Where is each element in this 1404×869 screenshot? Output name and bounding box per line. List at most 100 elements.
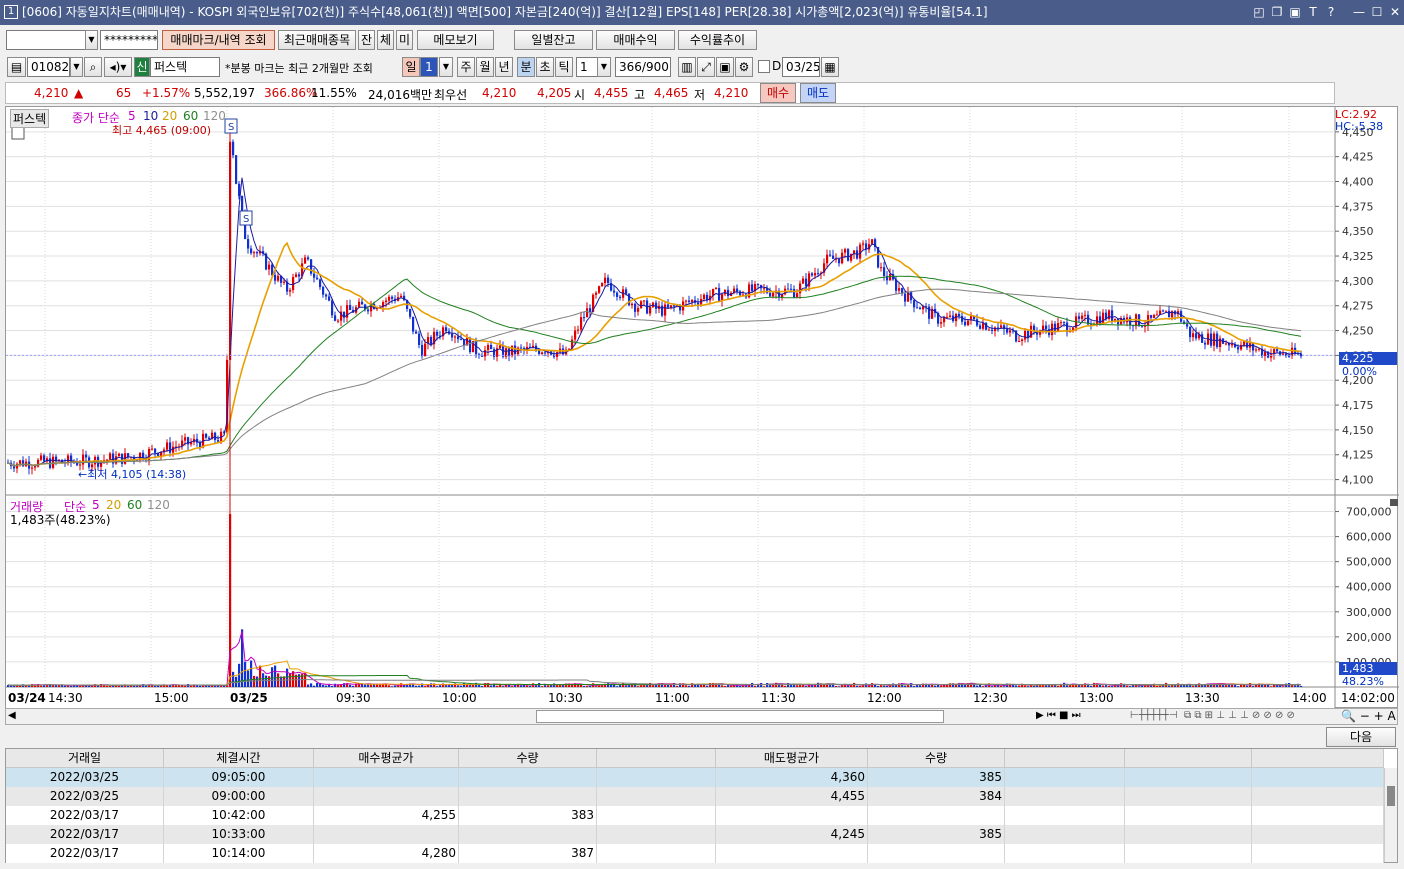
volume-bar xyxy=(1138,686,1141,687)
column-header[interactable] xyxy=(1005,749,1125,768)
drawing-tools-icon[interactable]: ⧉ ⧉ ⊞ ⊥ ⊥ ⊥ ⊘ ⊘ ⊘ ⊘ xyxy=(1184,710,1295,721)
stock-code-input[interactable]: 010820 xyxy=(27,57,70,77)
trade-profit-button[interactable]: 매매수익 xyxy=(596,30,675,50)
account-dropdown-icon[interactable]: ▼ xyxy=(85,30,98,50)
price-legend-name[interactable]: 퍼스텍 xyxy=(10,109,50,128)
column-header[interactable]: 수량 xyxy=(459,749,597,768)
balance-button[interactable]: 잔 xyxy=(358,30,375,50)
save-icon[interactable]: ▣ xyxy=(716,57,734,77)
return-trend-button[interactable]: 수익률추이 xyxy=(678,30,757,50)
zoom-controls-icon[interactable]: 🔍 − + A xyxy=(1341,709,1396,723)
date-input[interactable]: 03/25 xyxy=(782,57,820,77)
column-header[interactable] xyxy=(597,749,716,768)
code-dropdown-icon[interactable]: ▼ xyxy=(70,57,83,77)
help-icon[interactable]: ? xyxy=(1322,0,1340,25)
candle-body xyxy=(838,258,841,264)
table-cell: 09:05:00 xyxy=(164,768,314,787)
period-day[interactable]: 일 xyxy=(402,57,420,77)
period-year[interactable]: 년 xyxy=(495,57,513,77)
candle-body xyxy=(829,254,832,256)
candle-body xyxy=(1162,310,1165,312)
period-month[interactable]: 월 xyxy=(476,57,494,77)
candle-body xyxy=(670,305,673,308)
candle-body xyxy=(385,300,388,303)
table-cell: 10:42:00 xyxy=(164,806,314,825)
table-cell: 09:00:00 xyxy=(164,787,314,806)
chart-panel[interactable]: 03/24 14:30 15:00 03/25 09:30 10:00 10:30 11:00… xyxy=(5,106,1399,709)
search-icon[interactable]: ⌕ xyxy=(84,57,102,77)
chart-scrollbar[interactable]: ◀ ▶ ⏮ ■ ⏭ ⊢┼┼┼┼┼⊣ ⧉ ⧉ ⊞ ⊥ ⊥ ⊥ ⊘ ⊘ ⊘ ⊘ 🔍 … xyxy=(5,708,1398,725)
table-cell xyxy=(868,844,1005,863)
column-header[interactable] xyxy=(1125,749,1252,768)
volume-bar xyxy=(1048,685,1051,687)
volume-bar xyxy=(652,685,655,687)
period-number[interactable]: 1 xyxy=(420,57,438,77)
recent-trades-button[interactable]: 최근매매종목 xyxy=(278,30,356,50)
table-row[interactable]: 2022/03/17 10:14:00 4,280 387 xyxy=(6,844,1384,863)
table-cell: 2022/03/25 xyxy=(6,787,164,806)
volume-bar xyxy=(1033,685,1036,687)
filled-button[interactable]: 체 xyxy=(377,30,394,50)
period-dropdown-icon[interactable]: ▼ xyxy=(439,57,453,77)
trade-mark-query-button[interactable]: 매매마크/내역 조회 xyxy=(162,30,275,50)
period-tick[interactable]: 틱 xyxy=(555,57,573,77)
column-header[interactable]: 매도평균가 xyxy=(716,749,868,768)
volume-bar xyxy=(439,685,442,687)
interval-input[interactable]: 1 xyxy=(576,57,598,77)
calendar-icon[interactable]: ▦ xyxy=(821,57,839,77)
interval-dropdown-icon[interactable]: ▼ xyxy=(597,57,611,77)
period-minute[interactable]: 분 xyxy=(517,57,535,77)
table-row[interactable]: 2022/03/25 09:00:00 4,455 384 xyxy=(6,787,1384,806)
font-icon[interactable]: T xyxy=(1304,0,1322,25)
price-tick-label: 4,125 xyxy=(1342,449,1374,462)
next-button[interactable]: 다음 xyxy=(1326,727,1396,747)
candle-body xyxy=(1243,341,1246,345)
price-volume-chart[interactable]: 03/24 14:30 15:00 03/25 09:30 10:00 10:30 11:00… xyxy=(6,107,1399,709)
column-header[interactable]: 수량 xyxy=(868,749,1005,768)
stock-name-field[interactable]: 퍼스텍 xyxy=(150,57,220,77)
minimize-icon[interactable]: — xyxy=(1350,0,1368,25)
copy-icon[interactable]: ❐ xyxy=(1268,0,1286,25)
pin-icon[interactable]: ▣ xyxy=(1286,0,1304,25)
candle-body xyxy=(604,277,607,284)
vol-legend-ma120: 120 xyxy=(147,498,170,512)
layout-icon[interactable]: ▤ xyxy=(7,57,26,77)
column-header[interactable]: 매수평균가 xyxy=(314,749,459,768)
draw-tool-icon[interactable]: ⤢ xyxy=(697,57,715,77)
table-row[interactable]: 2022/03/17 10:33:00 4,245 385 xyxy=(6,825,1384,844)
zoom-slider-icon[interactable]: ⊢┼┼┼┼┼⊣ xyxy=(1130,710,1178,721)
date-checkbox[interactable] xyxy=(758,60,770,73)
maximize-icon[interactable]: ☐ xyxy=(1368,0,1386,25)
sound-icon[interactable]: ◂)▾ xyxy=(104,57,132,77)
price-change: 65 xyxy=(116,86,132,100)
memo-button[interactable]: 메모보기 xyxy=(417,30,494,50)
period-second[interactable]: 초 xyxy=(536,57,554,77)
unfilled-button[interactable]: 미 xyxy=(396,30,413,50)
table-scroll-thumb[interactable] xyxy=(1387,786,1395,806)
table-row[interactable]: 2022/03/17 10:42:00 4,255 383 xyxy=(6,806,1384,825)
candle-body xyxy=(454,336,457,338)
volume-bar xyxy=(1081,685,1084,687)
close-icon[interactable]: ✕ xyxy=(1386,0,1404,25)
playback-controls-icon[interactable]: ▶ ⏮ ■ ⏭ xyxy=(1036,710,1081,721)
vol-legend-ma5: 5 xyxy=(92,498,100,512)
column-header[interactable] xyxy=(1252,749,1384,768)
link-icon[interactable]: ◰ xyxy=(1250,0,1268,25)
column-header[interactable]: 거래일 xyxy=(6,749,164,768)
account-select[interactable] xyxy=(6,30,86,50)
candle-body xyxy=(805,278,808,287)
period-week[interactable]: 주 xyxy=(457,57,475,77)
buy-button[interactable]: 매수 xyxy=(760,83,796,103)
scroll-left-icon[interactable]: ◀ xyxy=(8,710,16,721)
settings-icon[interactable]: ⚙ xyxy=(735,57,753,77)
table-scrollbar[interactable] xyxy=(1384,768,1397,862)
scroll-thumb[interactable] xyxy=(536,710,944,723)
candle-body xyxy=(154,448,157,453)
count-input[interactable]: 366/900 xyxy=(615,57,671,77)
daily-balance-button[interactable]: 일별잔고 xyxy=(514,30,593,50)
candle-type-icon[interactable]: ▥ xyxy=(678,57,696,77)
column-header[interactable]: 체결시간 xyxy=(164,749,314,768)
sell-button[interactable]: 매도 xyxy=(800,83,836,103)
table-row[interactable]: 2022/03/25 09:05:00 4,360 385 xyxy=(6,768,1384,787)
password-field[interactable]: ********* xyxy=(100,30,158,50)
